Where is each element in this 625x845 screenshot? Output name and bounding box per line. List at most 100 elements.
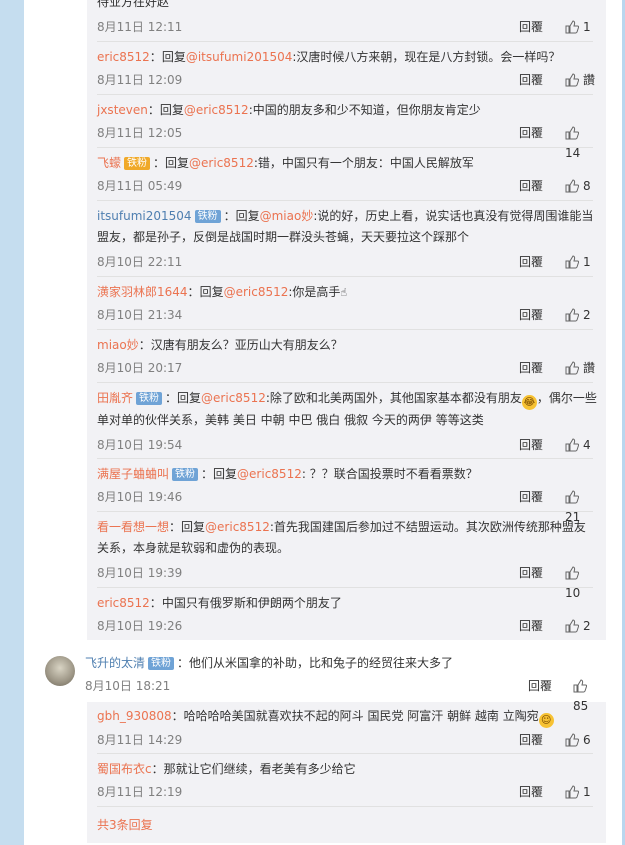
comment-item: 潢家羽林郎1644：回复@eric8512:你是高手☝ 8月10日 21:34 … bbox=[97, 282, 597, 325]
divider bbox=[97, 94, 593, 95]
comment-item: eric8512：回复@itsufumi201504:汉唐时候八方来朝，现在是八… bbox=[97, 47, 597, 90]
comment-text: 中国只有俄罗斯和伊朗两个朋友了 bbox=[161, 596, 342, 610]
like-button[interactable]: 1 bbox=[565, 782, 591, 802]
comment-text: : ？？联合国投票时不看看票数？ bbox=[301, 467, 478, 481]
reply-button[interactable]: 回覆 bbox=[519, 123, 543, 143]
mention-link[interactable]: @eric8512 bbox=[224, 285, 289, 299]
laughing-emoji-icon: 😂 bbox=[521, 395, 537, 410]
like-button[interactable]: 讚 bbox=[565, 70, 595, 90]
like-button[interactable]: 1 bbox=[565, 17, 591, 37]
reply-item: 蜀国布衣c：那就让它们继续，看老美有多少给它 8月11日 12:19 回覆 1 bbox=[97, 759, 597, 802]
username-link[interactable]: 飞升的太清 bbox=[85, 656, 145, 670]
comment-time: 8月10日 19:46 bbox=[97, 490, 183, 504]
separator: ： bbox=[223, 209, 236, 223]
divider bbox=[97, 200, 593, 201]
divider bbox=[97, 329, 593, 330]
reply-prefix: 回复 bbox=[159, 103, 184, 117]
comment-text: :除了欧和北美两国外，其他国家基本都没有朋友 bbox=[265, 391, 522, 405]
reply-prefix: 回复 bbox=[235, 209, 260, 223]
thumbs-up-icon bbox=[565, 733, 580, 747]
username-link[interactable]: eric8512 bbox=[97, 50, 150, 64]
like-button[interactable]: 2 bbox=[565, 616, 591, 636]
username-link[interactable]: 蜀国布衣c bbox=[97, 762, 152, 776]
thumbs-up-icon bbox=[565, 20, 580, 34]
reply-button[interactable]: 回覆 bbox=[528, 676, 552, 696]
separator: ： bbox=[171, 709, 184, 723]
thumbs-up-icon bbox=[565, 566, 580, 580]
mention-link[interactable]: @eric8512 bbox=[237, 467, 302, 481]
separator: ： bbox=[177, 656, 190, 670]
like-button[interactable]: 6 bbox=[565, 730, 591, 750]
avatar[interactable] bbox=[45, 656, 75, 686]
like-count: 1 bbox=[583, 255, 591, 269]
divider bbox=[97, 511, 593, 512]
reply-button[interactable]: 回覆 bbox=[519, 563, 543, 583]
reply-button[interactable]: 回覆 bbox=[519, 252, 543, 272]
thumbs-up-icon bbox=[573, 679, 588, 693]
fan-badge: 铁粉 bbox=[172, 468, 199, 481]
reply-button[interactable]: 回覆 bbox=[519, 616, 543, 636]
thumbs-up-icon bbox=[565, 490, 580, 504]
separator: ： bbox=[151, 762, 164, 776]
comment-time: 8月11日 12:05 bbox=[97, 126, 183, 140]
like-button[interactable]: 1 bbox=[565, 252, 591, 272]
reply-button[interactable]: 回覆 bbox=[519, 70, 543, 90]
divider bbox=[97, 382, 593, 383]
reply-button[interactable]: 回覆 bbox=[519, 305, 543, 325]
separator: ： bbox=[169, 520, 182, 534]
separator: ： bbox=[165, 391, 178, 405]
username-link[interactable]: 满屋子蛐蛐叫 bbox=[97, 467, 169, 481]
separator: ： bbox=[201, 467, 214, 481]
comment-time: 8月11日 12:19 bbox=[97, 785, 183, 799]
mention-link[interactable]: @eric8512 bbox=[201, 391, 266, 405]
comment-text: 他们从米国拿的补助，比和兔子的经贸往来大多了 bbox=[189, 656, 454, 670]
mention-link[interactable]: @miao妙 bbox=[260, 209, 314, 223]
comment-text: :错，中国只有一个朋友：中国人民解放军 bbox=[253, 156, 474, 170]
comment-text: :中国的朋友多和少不知道，但你朋友肯定少 bbox=[248, 103, 481, 117]
username-link[interactable]: gbh_930808 bbox=[97, 709, 172, 723]
comment-text: 那就让它们继续，看老美有多少给它 bbox=[163, 762, 356, 776]
username-link[interactable]: itsufumi201504 bbox=[97, 209, 192, 223]
username-link[interactable]: 潢家羽林郎1644 bbox=[97, 285, 188, 299]
reply-button[interactable]: 回覆 bbox=[519, 435, 543, 455]
comment-time: 8月10日 19:54 bbox=[97, 438, 183, 452]
like-button[interactable]: 8 bbox=[565, 176, 591, 196]
like-button[interactable]: 讚 bbox=[565, 358, 595, 378]
reply-button[interactable]: 回覆 bbox=[519, 782, 543, 802]
mention-link[interactable]: @eric8512 bbox=[189, 156, 254, 170]
username-link[interactable]: 飞蠓 bbox=[97, 156, 121, 170]
like-count: 6 bbox=[583, 733, 591, 747]
comment-text: 汉唐有朋友么？亚历山大有朋友么？ bbox=[150, 338, 343, 352]
reply-button[interactable]: 回覆 bbox=[519, 17, 543, 37]
username-link[interactable]: eric8512 bbox=[97, 596, 150, 610]
comment-time: 8月11日 05:49 bbox=[97, 179, 183, 193]
reply-button[interactable]: 回覆 bbox=[519, 176, 543, 196]
like-count: 8 bbox=[583, 179, 591, 193]
like-button[interactable]: 4 bbox=[565, 435, 591, 455]
separator: ： bbox=[149, 50, 162, 64]
reply-button[interactable]: 回覆 bbox=[519, 730, 543, 750]
mention-link[interactable]: @eric8512 bbox=[205, 520, 270, 534]
username-link[interactable]: 看一看想一想 bbox=[97, 520, 169, 534]
comment-time: 8月10日 18:21 bbox=[85, 679, 171, 693]
like-button[interactable]: 2 bbox=[565, 305, 591, 325]
divider bbox=[97, 587, 593, 588]
fan-badge: 铁粉 bbox=[124, 157, 151, 170]
divider bbox=[97, 147, 593, 148]
username-link[interactable]: miao妙 bbox=[97, 338, 139, 352]
main-comment: 飞升的太清 铁粉 ：他们从米国拿的补助，比和兔子的经贸往来大多了 8月10日 18:… bbox=[85, 653, 605, 713]
thumbs-up-icon bbox=[565, 255, 580, 269]
username-link[interactable]: 田胤齐 bbox=[97, 391, 133, 405]
reply-prefix: 回复 bbox=[165, 156, 190, 170]
mention-link[interactable]: @eric8512 bbox=[184, 103, 249, 117]
total-replies-link[interactable]: 共3条回复 bbox=[97, 815, 153, 835]
comment-time: 8月11日 12:11 bbox=[97, 20, 183, 34]
reply-item: gbh_930808：哈哈哈哈美国就喜欢扶不起的阿斗 国民党 阿富汗 朝鲜 越南… bbox=[97, 706, 597, 750]
comment-time: 8月10日 19:26 bbox=[97, 619, 183, 633]
comment-item: 满屋子蛐蛐叫 铁粉 ：回复@eric8512: ？？联合国投票时不看看票数？ 8月1… bbox=[97, 464, 597, 524]
reply-button[interactable]: 回覆 bbox=[519, 487, 543, 507]
mention-link[interactable]: @itsufumi201504 bbox=[186, 50, 293, 64]
reply-button[interactable]: 回覆 bbox=[519, 358, 543, 378]
divider bbox=[97, 458, 593, 459]
username-link[interactable]: jxsteven bbox=[97, 103, 148, 117]
